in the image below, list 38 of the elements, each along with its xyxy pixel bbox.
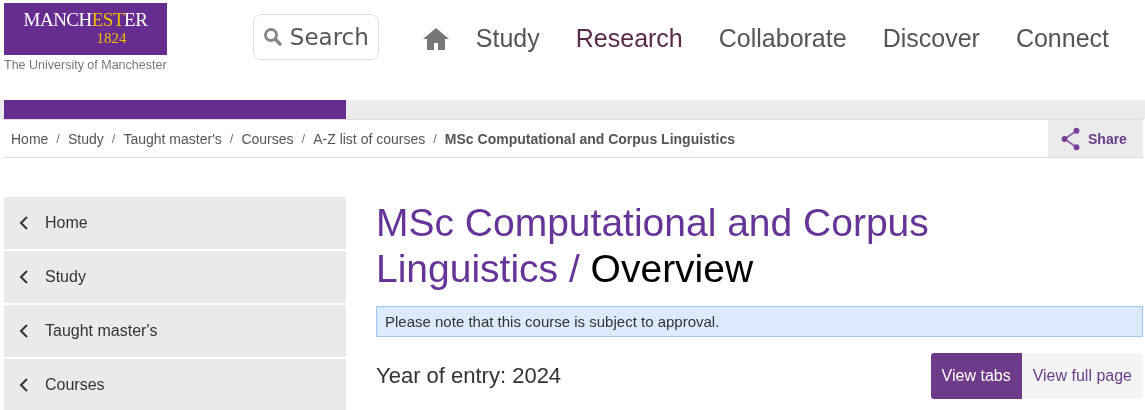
chevron-left-icon [19, 323, 29, 339]
year-of-entry: Year of entry: 2024 [376, 363, 562, 389]
breadcrumb-separator: / [301, 131, 306, 146]
sidebar-item[interactable]: Study [4, 251, 346, 303]
breadcrumb-link[interactable]: Study [68, 130, 104, 147]
logo-tagline: The University of Manchester [4, 58, 167, 72]
chevron-left-icon [19, 377, 29, 393]
breadcrumb-link[interactable]: Courses [241, 130, 294, 147]
breadcrumb-link[interactable]: A-Z list of courses [313, 130, 426, 147]
breadcrumb-separator: / [229, 131, 234, 146]
nav-link[interactable]: Study [475, 24, 540, 53]
sidebar-item[interactable]: Taught master's [4, 305, 346, 357]
breadcrumb-link[interactable]: Taught master's [123, 130, 222, 147]
search-field[interactable]: Search [252, 14, 379, 60]
logo-wordmark: MANCHESTER [23, 10, 148, 29]
breadcrumb-separator: / [56, 131, 60, 146]
share-icon [1060, 126, 1082, 151]
page-title: MSc Computational and Corpus Linguistics / Overview [376, 200, 930, 292]
breadcrumb-current[interactable]: MSc Computational and Corpus Linguistics [444, 130, 735, 147]
sidebar-item[interactable]: Home [4, 197, 346, 249]
home-icon[interactable] [421, 26, 450, 51]
chevron-left-icon [19, 269, 29, 285]
nav-link[interactable]: Connect [1015, 24, 1109, 53]
search-icon [262, 27, 283, 47]
breadcrumb-separator: / [111, 131, 116, 146]
breadcrumb-link[interactable]: Home [11, 130, 49, 147]
share-button[interactable]: Share [1048, 120, 1143, 157]
view-toggle-button[interactable]: View full page [1021, 353, 1143, 399]
nav-link[interactable]: Discover [882, 24, 980, 53]
logo-year: 1824 [95, 30, 128, 46]
nav-link[interactable]: Research [575, 24, 683, 53]
sidebar-item[interactable]: Courses [4, 359, 346, 410]
logo-block[interactable]: MANCHESTER 1824 [4, 3, 167, 55]
breadcrumb-separator: / [433, 131, 437, 146]
view-toggle-button[interactable]: View tabs [930, 353, 1022, 399]
notice-banner: Please note that this course is subject to approval. [376, 306, 1143, 337]
nav-link[interactable]: Collaborate [718, 24, 847, 53]
chevron-left-icon [19, 215, 29, 231]
